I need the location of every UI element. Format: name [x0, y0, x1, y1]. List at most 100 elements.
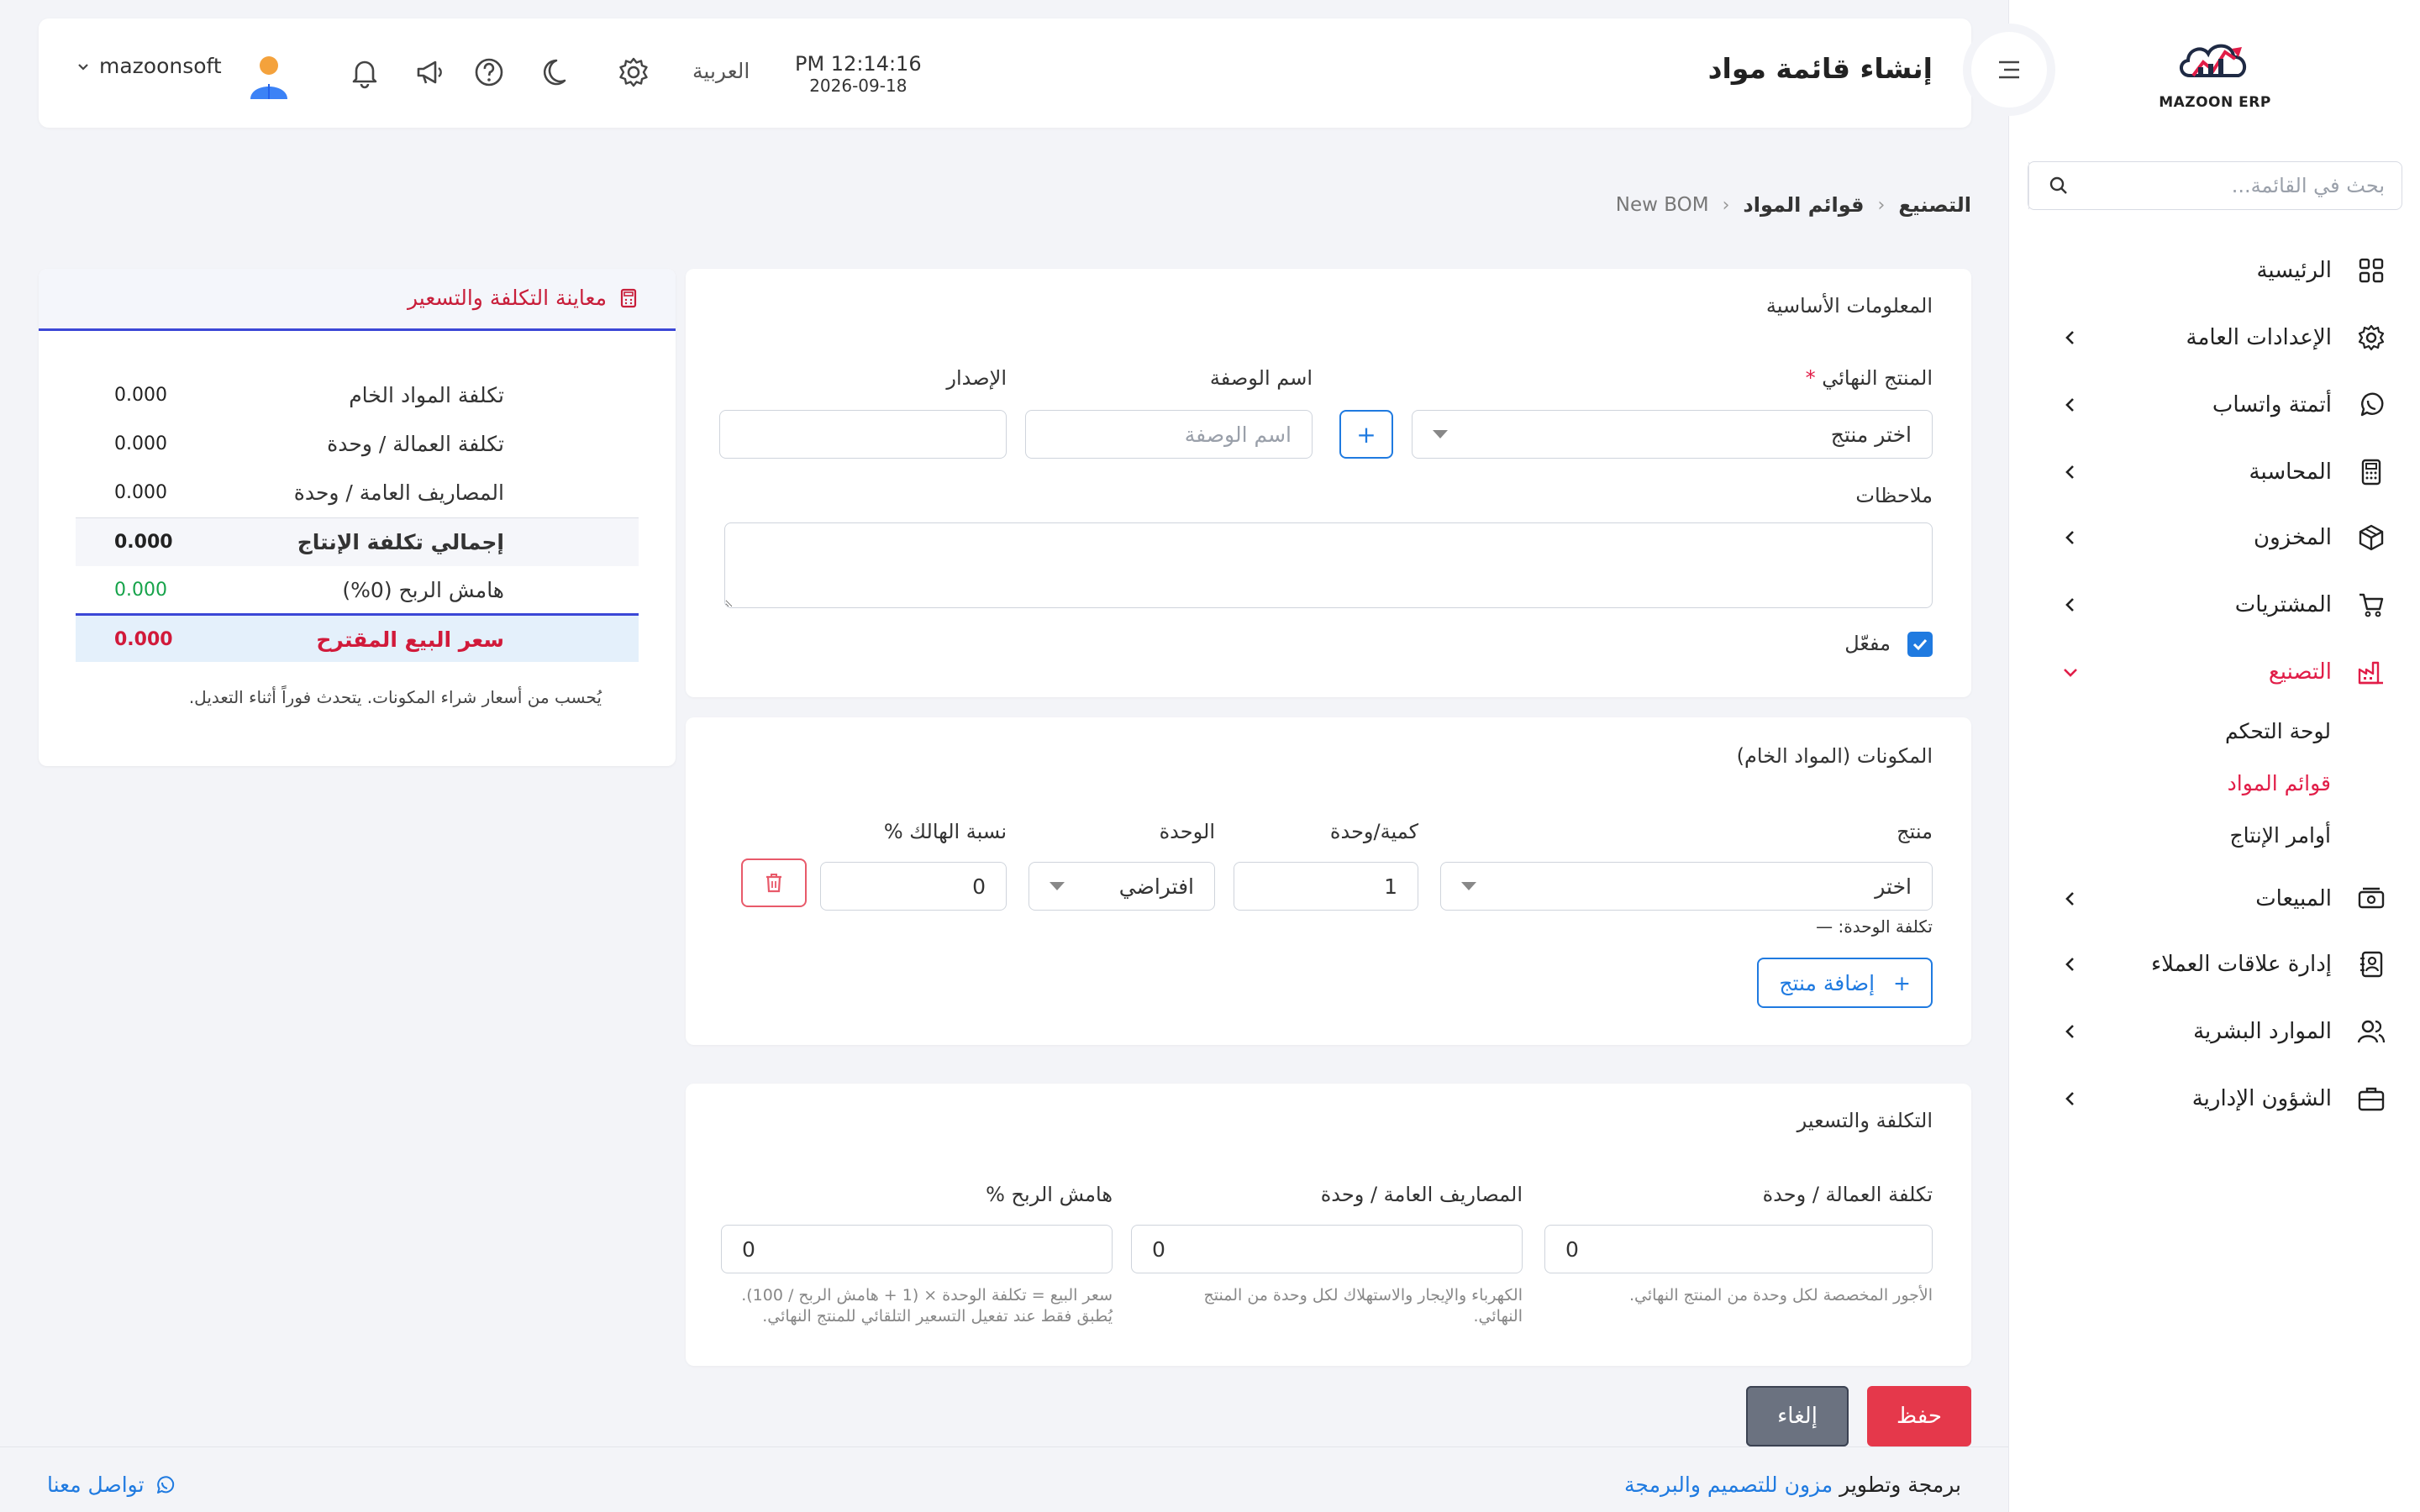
gear-icon[interactable]: [617, 55, 650, 89]
components-card: المكونات (المواد الخام) منتج كمية/وحدة ا…: [686, 717, 1971, 1045]
calculator-icon: [2361, 459, 2381, 486]
profit-margin-input[interactable]: [721, 1225, 1113, 1273]
sidebar-item-label: إدارة علاقات العملاء: [2150, 952, 2332, 977]
clock: PM 12:14:16 2026-09-18: [795, 52, 922, 96]
notes-textarea[interactable]: [724, 522, 1933, 608]
sidebar-item-accounting[interactable]: المحاسبة: [2009, 447, 2420, 497]
preview-row-value: 0.000: [114, 482, 167, 503]
breadcrumb-manufacturing[interactable]: التصنيع: [1898, 193, 1971, 217]
save-button[interactable]: حفظ: [1867, 1386, 1971, 1446]
overhead-input[interactable]: [1131, 1225, 1523, 1273]
users-icon: [2357, 1020, 2386, 1043]
version-input[interactable]: [719, 410, 1007, 459]
sidebar-subitem-bom[interactable]: قوائم المواد: [2228, 771, 2331, 795]
sidebar-search-input[interactable]: [2087, 162, 2402, 209]
final-product-select[interactable]: اختر منتج: [1412, 410, 1933, 459]
briefcase-icon: [2358, 1087, 2385, 1111]
version-label: الإصدار: [946, 366, 1007, 390]
chevron-down-icon: [78, 63, 88, 71]
cost-preview-card: معاينة التكلفة والتسعير تكلفة المواد الخ…: [39, 269, 676, 766]
language-switcher[interactable]: العربية: [692, 59, 750, 83]
col-waste-header: نسبة الهالك %: [883, 820, 1007, 843]
factory-icon: [2358, 661, 2383, 685]
component-waste-input[interactable]: [820, 862, 1007, 911]
logo-icon: [2180, 44, 2247, 77]
chevron-left-icon: [2065, 598, 2074, 612]
clock-time: PM 12:14:16: [795, 52, 922, 76]
page-title: إنشاء قائمة مواد: [1707, 52, 1933, 85]
sidebar-item-label: المبيعات: [2255, 886, 2332, 911]
moon-icon[interactable]: [541, 55, 575, 89]
pricing-card: التكلفة والتسعير تكلفة العمالة / وحدة ال…: [686, 1084, 1971, 1366]
preview-row-value: 0.000: [114, 532, 173, 553]
caret-down-icon: [1433, 430, 1448, 438]
preview-row-label: هامش الربح (0%): [342, 578, 504, 602]
preview-row-total: إجمالي تكلفة الإنتاج 0.000: [76, 517, 639, 566]
sidebar-item-home[interactable]: الرئيسية: [2009, 245, 2420, 296]
labor-cost-input[interactable]: [1544, 1225, 1933, 1273]
sidebar-subitem-production-orders[interactable]: أوامر الإنتاج: [2229, 823, 2331, 848]
component-product-select[interactable]: اختر: [1440, 862, 1933, 911]
search-icon[interactable]: [2028, 162, 2087, 209]
gear-icon: [2358, 324, 2385, 351]
sidebar-subitem-dashboard[interactable]: لوحة التحكم: [2225, 719, 2331, 743]
grid-icon: [2359, 258, 2384, 283]
contact-us-link[interactable]: تواصل معنا: [47, 1473, 175, 1497]
overhead-label: المصاريف العامة / وحدة: [1320, 1183, 1523, 1206]
sidebar-item-sales[interactable]: المبيعات: [2009, 874, 2420, 924]
sidebar-item-purchases[interactable]: المشتريات: [2009, 580, 2420, 630]
final-product-value: اختر منتج: [1830, 422, 1912, 447]
breadcrumb-separator: ‹: [1722, 194, 1730, 216]
sidebar-item-settings[interactable]: الإعدادات العامة: [2009, 312, 2420, 363]
sidebar-item-manufacturing[interactable]: التصنيع: [2009, 647, 2420, 697]
user-menu[interactable]: mazoonsoft: [76, 54, 222, 78]
labor-cost-hint: الأجور المخصصة لكل وحدة من المنتج النهائ…: [1629, 1286, 1933, 1305]
profit-margin-hint-line: سعر البيع = تكلفة الوحدة × (1 + هامش الر…: [741, 1286, 1113, 1305]
add-component-label: إضافة منتج: [1779, 970, 1876, 995]
overhead-hint-line: النهائي.: [1473, 1306, 1523, 1326]
bell-icon[interactable]: [348, 55, 381, 89]
preview-row-value: 0.000: [114, 580, 167, 601]
preview-row-value: 0.000: [114, 433, 167, 454]
cost-preview-note: يُحسب من أسعار شراء المكونات. يتحدث فورا…: [188, 687, 602, 707]
recipe-name-input[interactable]: [1025, 410, 1313, 459]
component-unit-select[interactable]: افتراضي: [1028, 862, 1215, 911]
profit-margin-hint-line: يُطبق فقط عند تفعيل التسعير التلقائي للم…: [762, 1306, 1113, 1326]
add-component-button[interactable]: + إضافة منتج: [1757, 958, 1933, 1008]
sidebar-search: [2028, 161, 2402, 210]
chevron-left-icon: [2065, 398, 2074, 412]
preview-row-selling-price: سعر البيع المقترح 0.000: [76, 613, 639, 662]
megaphone-icon[interactable]: [413, 55, 447, 89]
active-checkbox[interactable]: [1907, 632, 1933, 657]
chevron-left-icon: [2065, 892, 2074, 906]
preview-row-label: تكلفة العمالة / وحدة: [327, 432, 504, 456]
register-icon: [2358, 887, 2385, 909]
app-logo[interactable]: MAZOON ERP: [2152, 34, 2278, 118]
sidebar-item-label: الإعدادات العامة: [2186, 325, 2332, 350]
cancel-button[interactable]: إلغاء: [1746, 1386, 1849, 1446]
footer-company-link[interactable]: مزون للتصميم والبرمجة: [1624, 1473, 1833, 1497]
sidebar-item-whatsapp[interactable]: أتمتة واتساب: [2009, 380, 2420, 430]
component-qty-input[interactable]: [1234, 862, 1418, 911]
avatar[interactable]: [247, 54, 291, 99]
preview-row-margin: هامش الربح (0%) 0.000: [76, 566, 639, 615]
sidebar-item-crm[interactable]: إدارة علاقات العملاء: [2009, 939, 2420, 990]
sidebar-toggle-button[interactable]: [1971, 32, 2047, 108]
recipe-name-label: اسم الوصفة: [1209, 366, 1313, 390]
required-mark: *: [1805, 366, 1816, 390]
labor-cost-label: تكلفة العمالة / وحدة: [1762, 1183, 1933, 1206]
sidebar-item-label: التصنيع: [2268, 659, 2332, 685]
breadcrumb-bom-list[interactable]: قوائم المواد: [1743, 193, 1864, 217]
sidebar-item-label: المحاسبة: [2249, 459, 2332, 485]
cost-preview-title: معاينة التكلفة والتسعير: [408, 286, 637, 310]
profit-margin-hint: سعر البيع = تكلفة الوحدة × (1 + هامش الر…: [741, 1285, 1113, 1326]
sidebar-item-hr[interactable]: الموارد البشرية: [2009, 1006, 2420, 1057]
whatsapp-icon: [2360, 392, 2384, 417]
delete-row-button[interactable]: [741, 858, 807, 907]
add-product-button[interactable]: +: [1339, 410, 1393, 459]
help-icon[interactable]: [472, 55, 506, 89]
caret-down-icon: [1461, 882, 1476, 890]
col-qty-header: كمية/وحدة: [1329, 820, 1418, 843]
sidebar-item-inventory[interactable]: المخزون: [2009, 512, 2420, 563]
sidebar-item-admin[interactable]: الشؤون الإدارية: [2009, 1074, 2420, 1124]
